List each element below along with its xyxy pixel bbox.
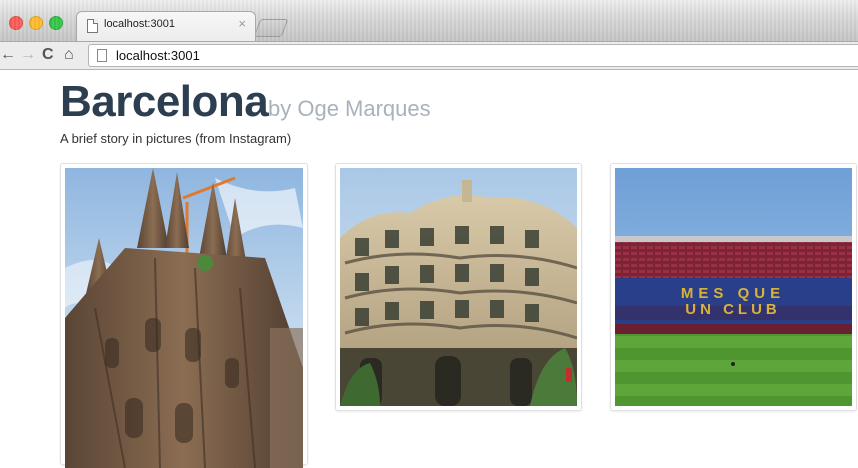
photo-card[interactable] (335, 163, 582, 411)
page-title: Barcelona (60, 77, 269, 126)
page-icon (97, 49, 107, 62)
address-url[interactable]: localhost:3001 (116, 48, 200, 63)
photo-card[interactable] (60, 163, 308, 468)
back-arrow-icon[interactable]: ← (0, 45, 16, 65)
browser-tab[interactable]: localhost:3001 × (76, 11, 256, 41)
photo-card[interactable]: MES QUE UN CLUB (610, 163, 857, 411)
stadium-sign-line1: MES QUE (681, 285, 785, 302)
home-icon[interactable]: ⌂ (64, 45, 74, 65)
page-icon (87, 19, 98, 33)
address-bar[interactable]: localhost:3001 (88, 44, 858, 67)
tab-title: localhost:3001 (104, 18, 175, 30)
stadium-photo[interactable]: MES QUE UN CLUB (615, 168, 852, 406)
tab-close-icon[interactable]: × (238, 17, 246, 31)
reload-icon[interactable]: C (42, 45, 54, 65)
window-close-button[interactable] (9, 16, 23, 30)
forward-arrow-icon[interactable]: → (20, 45, 36, 65)
window-maximize-button[interactable] (49, 16, 63, 30)
casa-mila-photo[interactable] (340, 168, 577, 406)
stadium-sign-line2: UN CLUB (685, 301, 781, 318)
new-tab-button[interactable] (253, 19, 289, 37)
window-minimize-button[interactable] (29, 16, 43, 30)
page-author: by Oge Marques (268, 96, 431, 121)
browser-toolbar: ← → C ⌂ localhost:3001 (0, 41, 858, 70)
page-subtitle: A brief story in pictures (from Instagra… (60, 131, 292, 146)
cathedral-photo[interactable] (65, 168, 303, 468)
